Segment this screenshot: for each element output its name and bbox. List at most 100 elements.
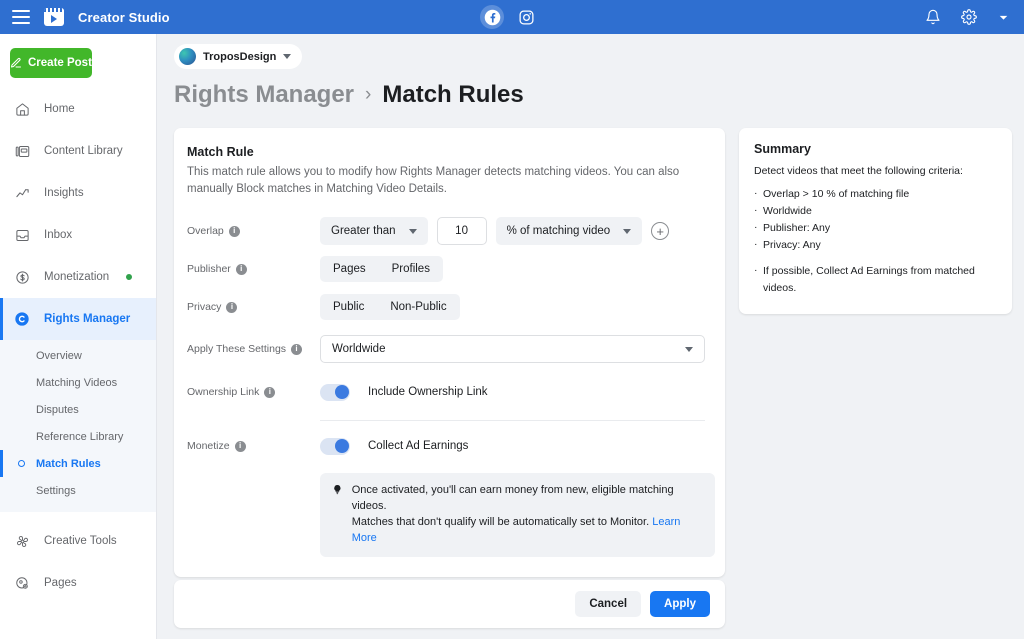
overlap-unit-value: % of matching video	[507, 225, 611, 237]
monetize-note-line2: Matches that don't qualify will be autom…	[352, 516, 649, 528]
notifications-button[interactable]	[925, 9, 941, 25]
summary-criterion: Worldwide	[754, 203, 997, 220]
insights-icon	[12, 186, 32, 201]
summary-criteria-list: Overlap > 10 % of matching file Worldwid…	[754, 186, 997, 254]
sidebar-item-rights-manager[interactable]: Rights Manager	[0, 298, 156, 340]
ownership-link-controls: Include Ownership Link	[320, 384, 488, 401]
privacy-segmented-control: Public Non-Public	[320, 294, 460, 320]
compose-icon	[10, 57, 22, 69]
chevron-down-icon	[283, 54, 291, 59]
publisher-option-profiles[interactable]: Profiles	[379, 256, 443, 282]
breadcrumb: Rights Manager › Match Rules	[174, 81, 1024, 109]
summary-criterion: Publisher: Any	[754, 220, 997, 237]
apply-settings-label-group: Apply These Settings i	[187, 343, 320, 355]
overlap-amount-input[interactable]	[437, 217, 487, 245]
chevron-down-icon	[409, 229, 417, 234]
cancel-button[interactable]: Cancel	[575, 591, 641, 617]
active-indicator-icon	[18, 460, 25, 467]
sidebar-item-label: Pages	[44, 577, 77, 589]
sidebar-item-insights[interactable]: Insights	[0, 172, 156, 214]
overlap-comparator-value: Greater than	[331, 225, 396, 237]
top-bar: Creator Studio	[0, 0, 1024, 34]
home-icon	[12, 102, 32, 117]
organization-selector[interactable]: TroposDesign	[174, 44, 302, 69]
sidebar-item-home[interactable]: Home	[0, 88, 156, 130]
chevron-down-icon	[997, 11, 1010, 24]
apply-settings-row: Apply These Settings i Worldwide	[187, 332, 705, 366]
rights-manager-icon	[12, 311, 32, 327]
inbox-icon	[12, 228, 32, 243]
settings-button[interactable]	[961, 9, 977, 25]
apply-button[interactable]: Apply	[650, 591, 710, 617]
info-icon[interactable]: i	[235, 441, 246, 452]
rights-manager-subnav: Overview Matching Videos Disputes Refere…	[0, 340, 156, 512]
sidebar: Create Post Home Content Library Insight…	[0, 34, 157, 639]
apply-settings-select[interactable]: Worldwide	[320, 335, 705, 363]
privacy-option-non-public[interactable]: Non-Public	[377, 294, 459, 320]
privacy-label: Privacy	[187, 301, 221, 313]
organization-avatar	[179, 48, 196, 65]
overlap-unit-select[interactable]: % of matching video	[496, 217, 643, 245]
app-switcher	[480, 0, 538, 34]
sidebar-item-pages[interactable]: Pages	[0, 562, 156, 604]
create-post-button[interactable]: Create Post	[10, 48, 92, 78]
info-icon[interactable]: i	[226, 302, 237, 313]
instagram-app-tab[interactable]	[514, 5, 538, 29]
top-bar-left: Creator Studio	[0, 8, 170, 26]
subnav-label: Matching Videos	[36, 377, 117, 389]
info-icon[interactable]: i	[291, 344, 302, 355]
sidebar-item-creative-tools[interactable]: Creative Tools	[0, 520, 156, 562]
dollar-icon	[12, 270, 32, 285]
sidebar-item-content-library[interactable]: Content Library	[0, 130, 156, 172]
summary-criterion: Overlap > 10 % of matching file	[754, 186, 997, 203]
privacy-option-public[interactable]: Public	[320, 294, 377, 320]
monetize-row: Monetize i Collect Ad Earnings	[187, 429, 705, 463]
library-icon	[12, 144, 32, 159]
facebook-app-tab[interactable]	[480, 5, 504, 29]
sidebar-subitem-matching-videos[interactable]: Matching Videos	[0, 369, 156, 396]
breadcrumb-separator-icon: ›	[365, 84, 371, 106]
monetize-note: Once activated, you'll can earn money fr…	[320, 473, 715, 557]
publisher-row: Publisher i Pages Profiles	[187, 252, 705, 286]
ownership-link-toggle[interactable]	[320, 384, 350, 401]
info-icon[interactable]: i	[236, 264, 247, 275]
info-icon[interactable]: i	[264, 387, 275, 398]
sidebar-subitem-match-rules[interactable]: Match Rules	[0, 450, 156, 477]
add-overlap-condition-button[interactable]: +	[651, 222, 669, 240]
publisher-label-group: Publisher i	[187, 263, 320, 275]
subnav-label: Overview	[36, 350, 82, 362]
collect-ad-earnings-toggle[interactable]	[320, 438, 350, 455]
chevron-down-icon	[685, 347, 693, 352]
sidebar-item-inbox[interactable]: Inbox	[0, 214, 156, 256]
gear-icon	[961, 9, 977, 25]
facebook-icon	[484, 9, 501, 26]
collect-ad-earnings-label: Collect Ad Earnings	[368, 440, 468, 452]
publisher-segmented-control: Pages Profiles	[320, 256, 443, 282]
instagram-icon	[518, 9, 535, 26]
breadcrumb-parent[interactable]: Rights Manager	[174, 81, 354, 109]
subnav-label: Match Rules	[36, 458, 101, 470]
subnav-label: Reference Library	[36, 431, 123, 443]
monetization-status-badge	[126, 274, 132, 280]
sidebar-item-label: Insights	[44, 187, 84, 199]
sidebar-item-label: Monetization	[44, 271, 109, 283]
app-title: Creator Studio	[78, 10, 170, 25]
summary-card: Summary Detect videos that meet the foll…	[739, 128, 1012, 314]
info-icon[interactable]: i	[229, 226, 240, 237]
overlap-comparator-select[interactable]: Greater than	[320, 217, 428, 245]
overlap-label: Overlap	[187, 225, 224, 237]
sidebar-item-monetization[interactable]: Monetization	[0, 256, 156, 298]
organization-name: TroposDesign	[203, 51, 276, 63]
sidebar-subitem-reference-library[interactable]: Reference Library	[0, 423, 156, 450]
apply-settings-value: Worldwide	[332, 343, 385, 355]
summary-title: Summary	[754, 142, 997, 156]
sidebar-subitem-overview[interactable]: Overview	[0, 342, 156, 369]
publisher-option-pages[interactable]: Pages	[320, 256, 379, 282]
overlap-label-group: Overlap i	[187, 225, 320, 237]
sidebar-subitem-disputes[interactable]: Disputes	[0, 396, 156, 423]
sidebar-item-label: Content Library	[44, 145, 123, 157]
sidebar-subitem-settings[interactable]: Settings	[0, 477, 156, 504]
account-menu-button[interactable]	[997, 11, 1010, 24]
hamburger-menu-icon[interactable]	[12, 10, 30, 24]
monetize-label-group: Monetize i	[187, 440, 320, 452]
